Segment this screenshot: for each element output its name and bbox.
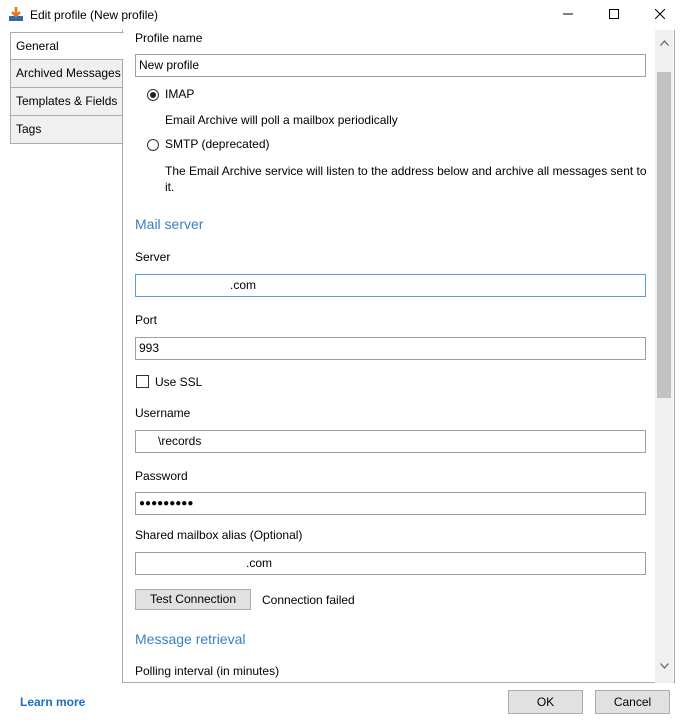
username-label: Username	[135, 406, 191, 420]
close-button[interactable]	[637, 0, 683, 30]
maximize-button[interactable]	[591, 0, 637, 30]
tab-strip: General Archived Messages Templates & Fi…	[10, 32, 124, 144]
title-bar: Edit profile (New profile)	[0, 0, 683, 30]
use-ssl-label: Use SSL	[155, 375, 203, 389]
maximize-icon	[609, 8, 619, 22]
profile-name-input[interactable]: New profile	[135, 54, 646, 77]
use-ssl-checkbox[interactable]	[136, 375, 149, 388]
tab-tags[interactable]: Tags	[10, 116, 123, 144]
ok-button[interactable]: OK	[508, 690, 583, 714]
smtp-description: The Email Archive service will listen to…	[165, 164, 647, 194]
minimize-button[interactable]	[545, 0, 591, 30]
general-panel: Profile name New profile IMAP Email Arch…	[122, 30, 675, 683]
tab-archived-messages[interactable]: Archived Messages	[10, 60, 123, 88]
smtp-label: SMTP (deprecated)	[165, 137, 270, 151]
imap-description: Email Archive will poll a mailbox period…	[165, 113, 398, 127]
scrollbar-thumb[interactable]	[657, 72, 671, 398]
imap-radio[interactable]	[147, 89, 159, 101]
profile-name-label: Profile name	[135, 31, 203, 45]
close-icon	[654, 8, 666, 22]
shared-alias-input[interactable]: .com	[135, 552, 646, 575]
learn-more-link[interactable]: Learn more	[20, 695, 85, 709]
port-input[interactable]: 993	[135, 337, 646, 360]
password-label: Password	[135, 469, 188, 483]
chevron-down-icon	[659, 658, 669, 672]
minimize-icon	[563, 8, 573, 22]
password-input[interactable]: ●●●●●●●●●	[135, 492, 646, 515]
shared-alias-label: Shared mailbox alias (Optional)	[135, 528, 303, 542]
vertical-scrollbar[interactable]	[655, 30, 673, 683]
polling-interval-label: Polling interval (in minutes)	[135, 664, 280, 678]
server-label: Server	[135, 250, 171, 264]
connection-status: Connection failed	[262, 593, 355, 607]
test-connection-button[interactable]: Test Connection	[135, 589, 251, 610]
chevron-up-icon	[659, 35, 669, 49]
cancel-button[interactable]: Cancel	[595, 690, 670, 714]
smtp-radio[interactable]	[147, 139, 159, 151]
mail-server-heading: Mail server	[135, 216, 204, 232]
tab-general[interactable]: General	[10, 32, 124, 60]
username-input[interactable]: \records	[135, 430, 646, 453]
port-label: Port	[135, 313, 158, 327]
scroll-down-button[interactable]	[655, 656, 673, 674]
window-title: Edit profile (New profile)	[30, 8, 159, 22]
download-arrow-icon	[8, 6, 24, 22]
imap-label: IMAP	[165, 87, 195, 101]
tab-templates-fields[interactable]: Templates & Fields	[10, 88, 123, 116]
scroll-up-button[interactable]	[655, 33, 673, 51]
server-input[interactable]: .com	[135, 274, 646, 297]
message-retrieval-heading: Message retrieval	[135, 631, 246, 647]
